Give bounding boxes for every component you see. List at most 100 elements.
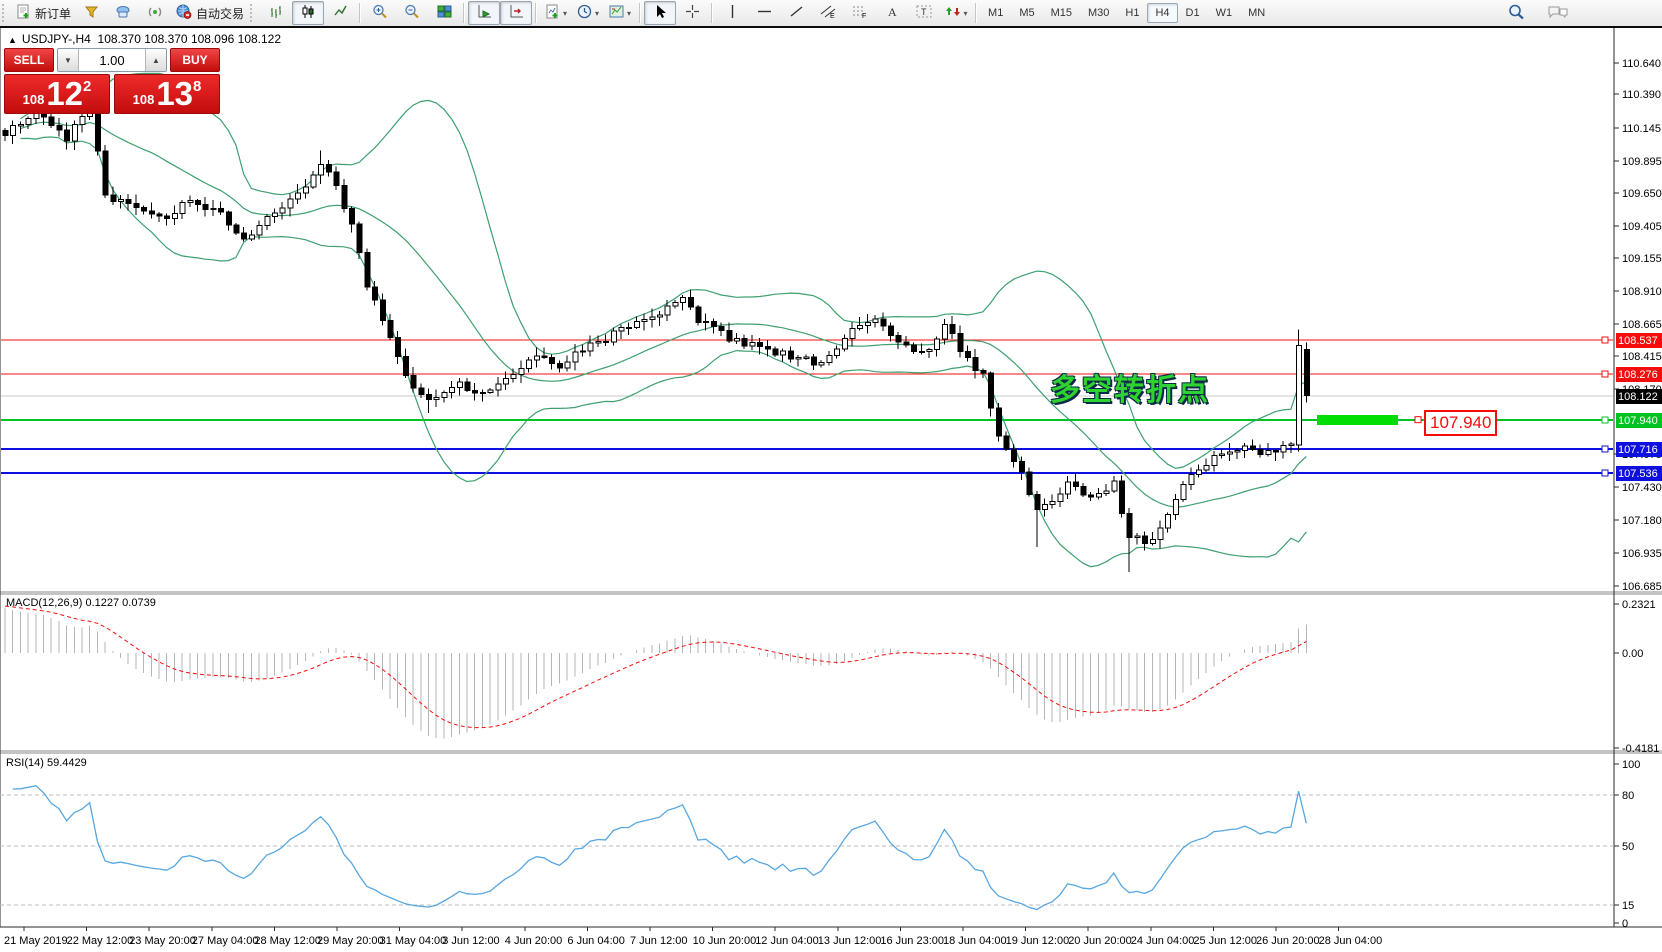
- macd-indicator-label: MACD(12,26,9) 0.1227 0.0739: [6, 597, 156, 609]
- tab-timeframe-m15[interactable]: M15: [1043, 3, 1080, 23]
- svg-text:21 May 2019: 21 May 2019: [4, 935, 68, 947]
- svg-text:106.935: 106.935: [1622, 548, 1662, 560]
- autotrade-label: 自动交易: [196, 5, 244, 22]
- new-order-icon: [16, 4, 31, 22]
- svg-text:26 Jun 20:00: 26 Jun 20:00: [1256, 935, 1320, 947]
- tab-timeframe-h4[interactable]: H4: [1147, 3, 1177, 23]
- sell-button[interactable]: SELL: [4, 48, 54, 72]
- templates-icon: [609, 4, 624, 22]
- fibonacci-button[interactable]: F: [844, 1, 876, 25]
- line-chart-button[interactable]: [324, 1, 356, 25]
- trendline-icon: [789, 4, 804, 22]
- chart-canvas[interactable]: 110.640110.390110.145109.895109.650109.4…: [0, 28, 1662, 950]
- svg-text:19 Jun 12:00: 19 Jun 12:00: [1006, 935, 1070, 947]
- collapse-panel-icon[interactable]: ▲: [8, 35, 17, 45]
- volume-value[interactable]: 1.00: [79, 49, 145, 71]
- text-button[interactable]: A: [876, 1, 908, 25]
- horizontal-line-button[interactable]: [748, 1, 780, 25]
- price-axis[interactable]: 110.640110.390110.145109.895109.650109.4…: [1614, 58, 1662, 593]
- tab-timeframe-mn[interactable]: MN: [1240, 3, 1273, 23]
- chart-shift-button[interactable]: [500, 1, 532, 25]
- chart-window[interactable]: 110.640110.390110.145109.895109.650109.4…: [0, 26, 1662, 952]
- svg-text:100: 100: [1622, 759, 1640, 771]
- indicators-dropdown-arrow[interactable]: ▾: [563, 9, 567, 18]
- candlestick-icon: [301, 4, 316, 22]
- bid-price-button[interactable]: 108 12 2: [4, 74, 110, 114]
- auto-scroll-icon: [477, 4, 492, 22]
- zoom-out-button[interactable]: [396, 1, 428, 25]
- buy-button[interactable]: BUY: [170, 48, 220, 72]
- crosshair-button[interactable]: [676, 1, 708, 25]
- svg-text:A: A: [888, 5, 897, 19]
- svg-text:108.910: 108.910: [1622, 286, 1662, 298]
- tab-timeframe-d1[interactable]: D1: [1178, 3, 1208, 23]
- trendline-button[interactable]: [780, 1, 812, 25]
- zoom-in-button[interactable]: [364, 1, 396, 25]
- svg-text:24 Jun 04:00: 24 Jun 04:00: [1131, 935, 1195, 947]
- periods-dropdown-arrow[interactable]: ▾: [595, 9, 599, 18]
- vertical-line-icon: [726, 4, 739, 22]
- svg-text:4 Jun 20:00: 4 Jun 20:00: [505, 935, 563, 947]
- svg-text:15: 15: [1622, 900, 1634, 912]
- cloud-terminal-icon: [115, 4, 131, 22]
- price-callout-label[interactable]: 107.940: [1424, 410, 1497, 436]
- green-highlight-box[interactable]: [1317, 415, 1398, 425]
- tab-timeframe-w1[interactable]: W1: [1208, 3, 1241, 23]
- svg-text:16 Jun 23:00: 16 Jun 23:00: [880, 935, 944, 947]
- autotrade-button[interactable]: 自动交易: [171, 1, 248, 25]
- svg-text:108.665: 108.665: [1622, 319, 1662, 331]
- tab-timeframe-m1[interactable]: M1: [980, 3, 1011, 23]
- time-axis[interactable]: 21 May 201922 May 12:0023 May 20:0027 Ma…: [4, 927, 1382, 947]
- arrows-dropdown-arrow[interactable]: ▾: [964, 9, 968, 18]
- terminal-button[interactable]: [107, 1, 139, 25]
- svg-text:28 May 12:00: 28 May 12:00: [254, 935, 321, 947]
- chat-button[interactable]: [1542, 1, 1574, 25]
- indicators-button[interactable]: ▾: [540, 1, 572, 25]
- ask-price-button[interactable]: 108 13 8: [114, 74, 220, 114]
- bid-price-sup: 2: [83, 78, 91, 95]
- text-label-button[interactable]: T: [908, 1, 940, 25]
- svg-text:13 Jun 12:00: 13 Jun 12:00: [818, 935, 882, 947]
- svg-text:109.650: 109.650: [1622, 188, 1662, 200]
- one-click-trading-panel: SELL ▼ 1.00 ▲ BUY 108 12 2 108 13 8: [4, 48, 220, 114]
- bar-chart-button[interactable]: [260, 1, 292, 25]
- price-line-badge-107536: 107.536: [1616, 466, 1662, 481]
- signal-icon: [147, 4, 163, 22]
- chart-annotation-text[interactable]: 多空转折点: [1050, 365, 1210, 409]
- toolbar-grip: [250, 4, 256, 22]
- channel-icon: E: [820, 4, 836, 22]
- svg-text:T: T: [921, 7, 927, 17]
- svg-text:109.155: 109.155: [1622, 253, 1662, 265]
- search-button[interactable]: [1500, 1, 1532, 25]
- funnel-icon: [84, 4, 99, 22]
- toolbar-separator: [975, 3, 977, 23]
- tab-timeframe-m5[interactable]: M5: [1011, 3, 1042, 23]
- cursor-icon: [654, 4, 667, 22]
- svg-text:27 May 04:00: 27 May 04:00: [192, 935, 259, 947]
- channel-button[interactable]: E: [812, 1, 844, 25]
- volume-decrease-button[interactable]: ▼: [58, 49, 79, 71]
- arrows-button[interactable]: ▾: [940, 1, 972, 25]
- autotrade-icon: [175, 4, 192, 22]
- templates-button[interactable]: ▾: [604, 1, 636, 25]
- cursor-button[interactable]: [644, 1, 676, 25]
- svg-text:F: F: [862, 13, 866, 19]
- vertical-line-button[interactable]: [716, 1, 748, 25]
- candlestick-button[interactable]: [292, 1, 324, 25]
- market-watch-button[interactable]: [75, 1, 107, 25]
- tab-timeframe-m30[interactable]: M30: [1080, 3, 1117, 23]
- svg-text:110.640: 110.640: [1622, 58, 1661, 70]
- volume-stepper: ▼ 1.00 ▲: [57, 48, 167, 72]
- tab-timeframe-h1[interactable]: H1: [1117, 3, 1147, 23]
- periods-button[interactable]: ▾: [572, 1, 604, 25]
- chat-icon: [1547, 4, 1569, 23]
- volume-increase-button[interactable]: ▲: [145, 49, 166, 71]
- svg-text:20 Jun 20:00: 20 Jun 20:00: [1068, 935, 1132, 947]
- auto-scroll-button[interactable]: [468, 1, 500, 25]
- templates-dropdown-arrow[interactable]: ▾: [627, 9, 631, 18]
- signals-button[interactable]: [139, 1, 171, 25]
- new-order-button[interactable]: 新订单: [12, 1, 75, 25]
- tile-windows-button[interactable]: [428, 1, 460, 25]
- svg-text:0.2321: 0.2321: [1622, 599, 1656, 611]
- macd-name: MACD(12,26,9): [6, 597, 82, 609]
